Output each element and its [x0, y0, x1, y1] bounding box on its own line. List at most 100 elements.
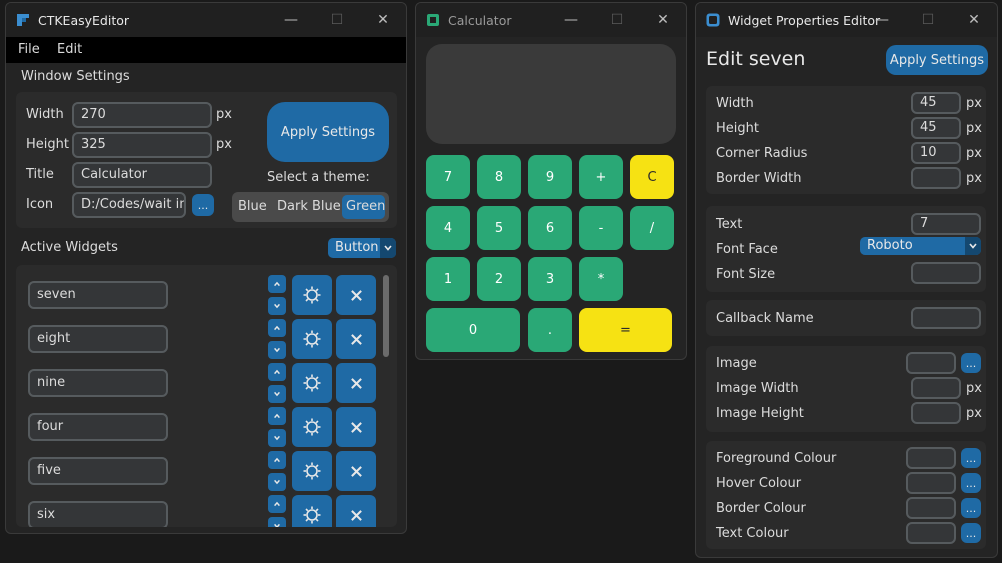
- close-icon[interactable]: ✕: [360, 3, 406, 37]
- move-down-button[interactable]: [268, 297, 286, 315]
- calc-key[interactable]: *: [579, 257, 623, 301]
- gear-icon: [303, 462, 321, 480]
- hover-colour-field[interactable]: [906, 472, 956, 494]
- move-down-button[interactable]: [268, 429, 286, 447]
- calc-key[interactable]: 7: [426, 155, 470, 199]
- width-field[interactable]: 270: [72, 102, 212, 128]
- calc-key[interactable]: 8: [477, 155, 521, 199]
- menu-file[interactable]: File: [18, 42, 40, 57]
- maximize-icon[interactable]: ☐: [594, 3, 640, 37]
- apply-widget-settings-button[interactable]: Apply Settings: [886, 45, 988, 75]
- editor-titlebar[interactable]: CTKEasyEditor — ☐ ✕: [6, 3, 406, 37]
- move-down-button[interactable]: [268, 341, 286, 359]
- calc-key[interactable]: 0: [426, 308, 520, 352]
- title-field[interactable]: Calculator: [72, 162, 212, 188]
- icon-browse-button[interactable]: ...: [192, 194, 214, 216]
- move-down-button[interactable]: [268, 385, 286, 403]
- delete-widget-button[interactable]: [336, 407, 376, 447]
- delete-widget-button[interactable]: [336, 495, 376, 527]
- calc-key[interactable]: -: [579, 206, 623, 250]
- close-icon[interactable]: ✕: [951, 3, 997, 37]
- border-width-field[interactable]: [911, 167, 961, 189]
- image-path-field[interactable]: [906, 352, 956, 374]
- delete-widget-button[interactable]: [336, 451, 376, 491]
- calc-key[interactable]: 5: [477, 206, 521, 250]
- widget-list-scrollbar[interactable]: [383, 275, 389, 357]
- widget-settings-button[interactable]: [292, 407, 332, 447]
- widget-settings-button[interactable]: [292, 495, 332, 527]
- minimize-icon[interactable]: —: [548, 3, 594, 37]
- widget-settings-button[interactable]: [292, 319, 332, 359]
- apply-window-settings-button[interactable]: Apply Settings: [267, 102, 389, 162]
- move-down-button[interactable]: [268, 517, 286, 527]
- move-up-button[interactable]: [268, 319, 286, 337]
- properties-titlebar[interactable]: Widget Properties Editor — ☐ ✕: [696, 3, 997, 37]
- icon-path-field[interactable]: D:/Codes/wait im: [72, 192, 186, 218]
- corner-radius-label: Corner Radius: [716, 146, 808, 161]
- font-size-field[interactable]: [911, 262, 981, 284]
- image-height-unit: px: [966, 406, 982, 421]
- calc-key[interactable]: 4: [426, 206, 470, 250]
- move-down-button[interactable]: [268, 473, 286, 491]
- image-browse-button[interactable]: ...: [961, 353, 981, 373]
- widget-name-field[interactable]: five: [28, 457, 168, 485]
- close-icon[interactable]: ✕: [640, 3, 686, 37]
- foreground-colour-button[interactable]: ...: [961, 448, 981, 468]
- theme-dark-blue[interactable]: Dark Blue: [277, 199, 341, 214]
- move-up-button[interactable]: [268, 451, 286, 469]
- foreground-colour-field[interactable]: [906, 447, 956, 469]
- calc-key[interactable]: C: [630, 155, 674, 199]
- move-up-button[interactable]: [268, 495, 286, 513]
- calc-key[interactable]: +: [579, 155, 623, 199]
- height-field[interactable]: 325: [72, 132, 212, 158]
- widget-name-field[interactable]: nine: [28, 369, 168, 397]
- menu-edit[interactable]: Edit: [57, 42, 82, 57]
- theme-green-selected[interactable]: Green: [342, 195, 385, 219]
- height-field[interactable]: 45: [911, 117, 961, 139]
- calc-key[interactable]: =: [579, 308, 672, 352]
- move-up-button[interactable]: [268, 407, 286, 425]
- minimize-icon[interactable]: —: [859, 3, 905, 37]
- calc-key[interactable]: /: [630, 206, 674, 250]
- delete-widget-button[interactable]: [336, 319, 376, 359]
- image-width-field[interactable]: [911, 377, 961, 399]
- calc-key[interactable]: 6: [528, 206, 572, 250]
- callback-field[interactable]: [911, 307, 981, 329]
- height-label: Height: [716, 121, 759, 136]
- widget-name-field[interactable]: six: [28, 501, 168, 527]
- calc-key[interactable]: .: [528, 308, 572, 352]
- text-colour-button[interactable]: ...: [961, 523, 981, 543]
- calculator-window: Calculator — ☐ ✕ 7 8 9 + C 4 5 6-/ 1 2 3 * 0. =: [415, 2, 687, 360]
- theme-blue[interactable]: Blue: [238, 199, 267, 214]
- widget-settings-button[interactable]: [292, 363, 332, 403]
- font-face-dropdown[interactable]: Roboto: [860, 237, 981, 255]
- corner-radius-field[interactable]: 10: [911, 142, 961, 164]
- calculator-titlebar[interactable]: Calculator — ☐ ✕: [416, 3, 686, 37]
- text-field[interactable]: 7: [911, 213, 981, 235]
- image-height-field[interactable]: [911, 402, 961, 424]
- widget-name-field[interactable]: seven: [28, 281, 168, 309]
- calc-key[interactable]: 1: [426, 257, 470, 301]
- maximize-icon[interactable]: ☐: [314, 3, 360, 37]
- border-colour-button[interactable]: ...: [961, 498, 981, 518]
- widget-type-dropdown[interactable]: Button: [328, 238, 396, 258]
- border-colour-field[interactable]: [906, 497, 956, 519]
- delete-widget-button[interactable]: [336, 275, 376, 315]
- widget-name-field[interactable]: four: [28, 413, 168, 441]
- widget-settings-button[interactable]: [292, 275, 332, 315]
- hover-colour-button[interactable]: ...: [961, 473, 981, 493]
- widget-row: five: [16, 451, 381, 491]
- move-up-button[interactable]: [268, 363, 286, 381]
- delete-widget-button[interactable]: [336, 363, 376, 403]
- width-field[interactable]: 45: [911, 92, 961, 114]
- calc-key[interactable]: 3: [528, 257, 572, 301]
- widget-settings-button[interactable]: [292, 451, 332, 491]
- minimize-icon[interactable]: —: [268, 3, 314, 37]
- maximize-icon[interactable]: ☐: [905, 3, 951, 37]
- widget-name-field[interactable]: eight: [28, 325, 168, 353]
- calc-key[interactable]: 2: [477, 257, 521, 301]
- text-colour-field[interactable]: [906, 522, 956, 544]
- calc-key[interactable]: 9: [528, 155, 572, 199]
- chevron-up-icon: [274, 413, 280, 419]
- move-up-button[interactable]: [268, 275, 286, 293]
